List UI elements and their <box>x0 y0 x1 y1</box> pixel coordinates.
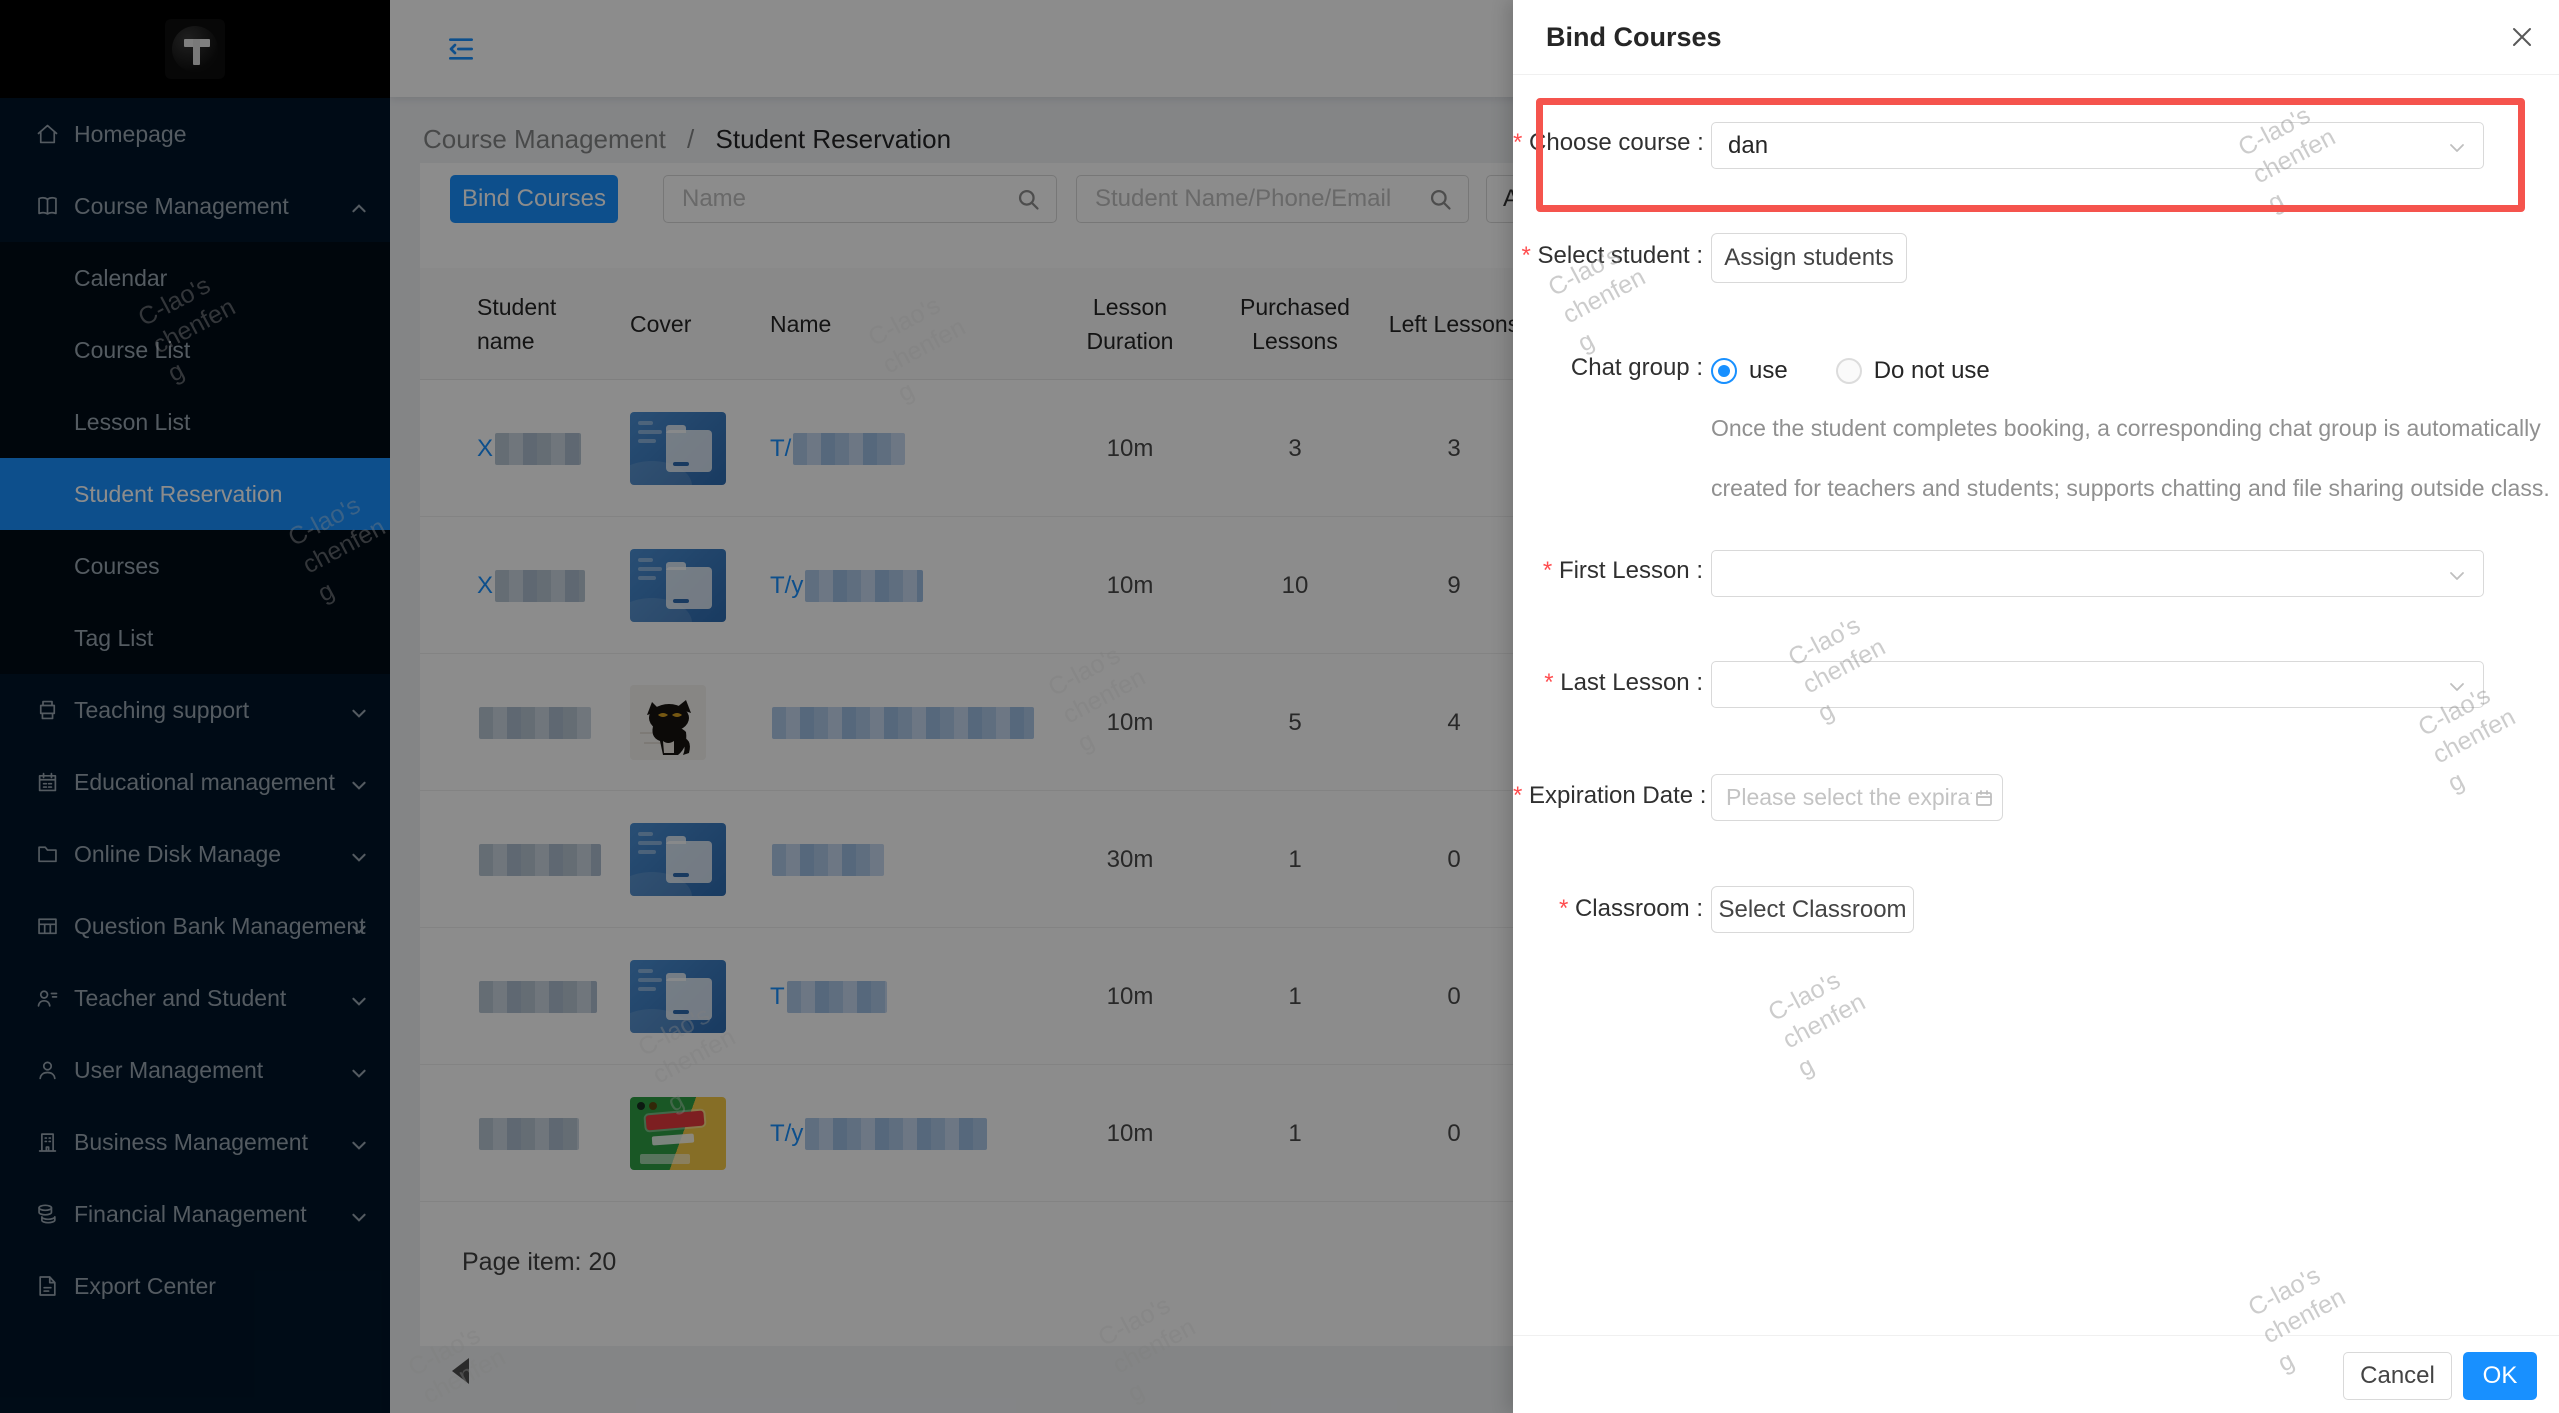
chat-group-radio-group: use Do not use <box>1711 357 1990 385</box>
radio-do-not-use[interactable] <box>1836 358 1862 384</box>
first-lesson-label: First Lesson <box>1513 557 1703 585</box>
select-student-label: Select student <box>1513 242 1703 270</box>
radio-use-label[interactable]: use <box>1749 357 1788 385</box>
chat-group-help-line2: created for teachers and students; suppo… <box>1711 475 2550 502</box>
chevron-down-icon <box>2447 137 2467 157</box>
chevron-down-icon <box>2447 676 2467 696</box>
expiration-date-label: Expiration Date <box>1513 782 1703 810</box>
classroom-label: Classroom <box>1513 895 1703 923</box>
choose-course-value: dan <box>1728 132 1768 160</box>
chat-group-help-line1: Once the student completes booking, a co… <box>1711 415 2541 442</box>
bind-courses-drawer: Bind Courses Choose course dan Select st… <box>1513 0 2559 1413</box>
first-lesson-select[interactable] <box>1711 550 2484 597</box>
choose-course-label: Choose course <box>1513 129 1703 157</box>
assign-students-button[interactable]: Assign students <box>1711 233 1907 283</box>
chat-group-label: Chat group <box>1513 354 1703 382</box>
app-root: Homepage Course Management Calendar Cour… <box>0 0 2559 1413</box>
drawer-header-divider <box>1513 74 2559 75</box>
radio-do-not-use-label[interactable]: Do not use <box>1874 357 1990 385</box>
expiration-date-input[interactable] <box>1712 775 2002 820</box>
last-lesson-select[interactable] <box>1711 661 2484 708</box>
ok-button[interactable]: OK <box>2463 1352 2537 1400</box>
radio-use[interactable] <box>1711 358 1737 384</box>
cancel-button[interactable]: Cancel <box>2343 1352 2452 1400</box>
close-icon[interactable] <box>2505 20 2539 54</box>
drawer-footer-divider <box>1513 1335 2559 1336</box>
select-classroom-button[interactable]: Select Classroom <box>1711 886 1914 933</box>
expiration-date-field <box>1711 774 2003 821</box>
calendar-icon <box>1974 788 1994 808</box>
chevron-down-icon <box>2447 565 2467 585</box>
choose-course-select[interactable]: dan <box>1711 122 2484 169</box>
last-lesson-label: Last Lesson <box>1513 669 1703 697</box>
drawer-title: Bind Courses <box>1546 0 1722 74</box>
